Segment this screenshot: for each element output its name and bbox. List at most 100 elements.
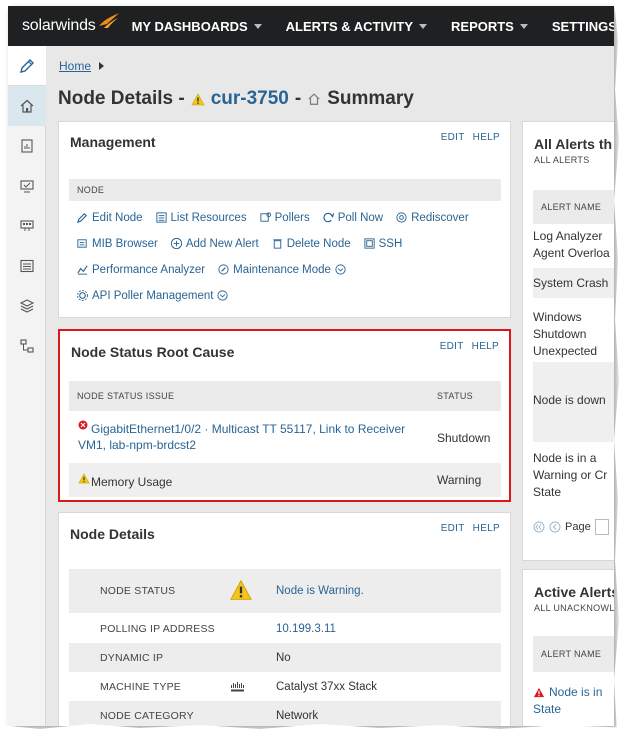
- column-header-issue: NODE STATUS ISSUE: [77, 391, 175, 401]
- nav-my-dashboards[interactable]: MY DASHBOARDS: [120, 6, 274, 46]
- status-text: Shutdown: [437, 431, 491, 445]
- sidebar-reports[interactable]: [8, 126, 46, 166]
- nav-reports[interactable]: REPORTS: [439, 6, 540, 46]
- gear-icon: [77, 290, 88, 301]
- detail-value: Catalyst 37xx Stack: [276, 680, 377, 693]
- alert-text-line: Windows: [533, 310, 582, 324]
- link-label: Rediscover: [411, 211, 469, 224]
- panel-actions: EDIT HELP: [441, 132, 500, 143]
- issue-link[interactable]: GigabitEthernet1/0/2 · Multicast TT 5511…: [78, 421, 406, 453]
- chevron-down-circle-icon[interactable]: [216, 289, 229, 302]
- panel-title: All Alerts th: [534, 136, 613, 152]
- table-row[interactable]: GigabitEthernet1/0/2 · Multicast TT 5511…: [69, 413, 501, 461]
- root-cause-panel: Node Status Root Cause EDIT HELP NODE ST…: [58, 329, 511, 502]
- nav-settings[interactable]: SETTINGS: [540, 6, 614, 46]
- title-node-link[interactable]: cur-3750: [211, 88, 289, 110]
- monitor-icon: [20, 180, 34, 193]
- solarwinds-logo[interactable]: solarwinds: [8, 13, 120, 35]
- help-link[interactable]: HELP: [473, 132, 500, 143]
- rediscover-link[interactable]: Rediscover: [395, 211, 469, 224]
- status-text: Warning: [437, 473, 482, 487]
- detail-label: POLLING IP ADDRESS: [100, 622, 215, 635]
- detail-value: Network: [276, 709, 319, 722]
- first-page-icon[interactable]: [533, 521, 545, 533]
- nav-alerts-activity[interactable]: ALERTS & ACTIVITY: [274, 6, 439, 46]
- sidebar-monitor[interactable]: [8, 166, 46, 206]
- management-panel: Management EDIT HELP NODE Edit Node List…: [58, 121, 511, 318]
- edit-node-link[interactable]: Edit Node: [76, 211, 143, 224]
- alert-item[interactable]: Windows Shutdown Unexpected: [533, 309, 597, 360]
- alert-item[interactable]: Log Analyzer Agent Overloa: [533, 228, 610, 262]
- edit-link[interactable]: EDIT: [441, 132, 465, 143]
- left-sidebar: [8, 46, 46, 726]
- sidebar-edit[interactable]: [8, 46, 46, 86]
- alert-item[interactable]: Node is down: [533, 392, 606, 409]
- logo-text: solarwinds: [22, 17, 96, 34]
- detail-value[interactable]: 10.199.3.11: [276, 623, 336, 635]
- table-row[interactable]: Memory Usage Warning: [69, 463, 501, 497]
- active-alert-item[interactable]: Node is in State: [533, 684, 602, 718]
- list-resources-link[interactable]: List Resources: [155, 211, 247, 224]
- panel-title: Node Details: [70, 526, 155, 542]
- chevron-down-circle-icon[interactable]: [334, 263, 347, 276]
- ssh-link[interactable]: SSH: [363, 237, 402, 250]
- breadcrumb: Home: [59, 59, 105, 73]
- panel-actions: EDIT HELP: [440, 341, 499, 352]
- alert-text-line: Agent Overloa: [533, 246, 610, 260]
- caret-down-icon: [419, 23, 428, 29]
- top-navigation: solarwinds MY DASHBOARDS ALERTS & ACTIVI…: [8, 6, 614, 46]
- critical-alert-icon: [533, 687, 545, 698]
- help-link[interactable]: HELP: [473, 523, 500, 534]
- performance-analyzer-link[interactable]: Performance Analyzer: [76, 263, 205, 276]
- detail-label: DYNAMIC IP: [100, 651, 164, 664]
- detail-value[interactable]: Node is Warning.: [276, 585, 364, 597]
- plus-circle-icon: [170, 237, 182, 250]
- management-row: MIB Browser Add New Alert Delete Node SS…: [76, 237, 402, 250]
- sidebar-layers[interactable]: [8, 286, 46, 326]
- list-icon: [20, 259, 34, 273]
- management-row: API Poller Management: [76, 289, 229, 302]
- mib-icon: [77, 239, 87, 248]
- link-label: Delete Node: [286, 237, 351, 250]
- pollers-link[interactable]: Pollers: [259, 211, 310, 224]
- detail-value: No: [276, 651, 291, 664]
- alert-item[interactable]: Node is in a Warning or Cr State: [533, 450, 607, 501]
- report-icon: [21, 139, 33, 153]
- breadcrumb-home-link[interactable]: Home: [59, 59, 91, 73]
- prev-page-icon[interactable]: [549, 521, 561, 533]
- caret-down-icon: [253, 23, 262, 29]
- delete-node-link[interactable]: Delete Node: [271, 237, 351, 250]
- link-label: Poll Now: [337, 211, 384, 224]
- link-label: List Resources: [170, 211, 247, 224]
- rediscover-icon: [396, 212, 407, 223]
- poll-now-link[interactable]: Poll Now: [322, 211, 383, 224]
- api-poller-management-link[interactable]: API Poller Management: [76, 289, 229, 302]
- panel-actions: EDIT HELP: [441, 523, 500, 534]
- maintenance-mode-link[interactable]: Maintenance Mode: [217, 263, 347, 276]
- column-header-alert-name: ALERT NAME: [533, 190, 614, 224]
- topology-icon: [20, 339, 34, 353]
- sidebar-list[interactable]: [8, 246, 46, 286]
- link-label: Add New Alert: [185, 237, 259, 250]
- torn-bottom-decoration: [0, 724, 630, 733]
- analyzer-icon: [77, 265, 88, 275]
- detail-label: MACHINE TYPE: [100, 680, 181, 693]
- issue-text: Memory Usage: [91, 475, 173, 489]
- mib-browser-link[interactable]: MIB Browser: [76, 237, 158, 250]
- alert-text-line: Node is in: [549, 685, 603, 699]
- link-label: API Poller Management: [92, 289, 214, 302]
- help-link[interactable]: HELP: [472, 341, 499, 352]
- sidebar-topology[interactable]: [8, 326, 46, 366]
- sidebar-home[interactable]: [8, 86, 46, 126]
- alert-item[interactable]: System Crash: [533, 275, 608, 292]
- issue-text-line: GigabitEthernet1/0/2 · Multicast TT 5511…: [91, 422, 406, 436]
- nav-label: ALERTS & ACTIVITY: [285, 18, 414, 34]
- edit-link[interactable]: EDIT: [441, 523, 465, 534]
- add-new-alert-link[interactable]: Add New Alert: [170, 237, 259, 250]
- pager-label: Page: [565, 521, 591, 533]
- edit-link[interactable]: EDIT: [440, 341, 464, 352]
- alert-text-line: State: [533, 702, 562, 716]
- page-number-input[interactable]: [594, 519, 609, 535]
- app-window: solarwinds MY DASHBOARDS ALERTS & ACTIVI…: [8, 6, 614, 726]
- sidebar-network[interactable]: [8, 206, 46, 246]
